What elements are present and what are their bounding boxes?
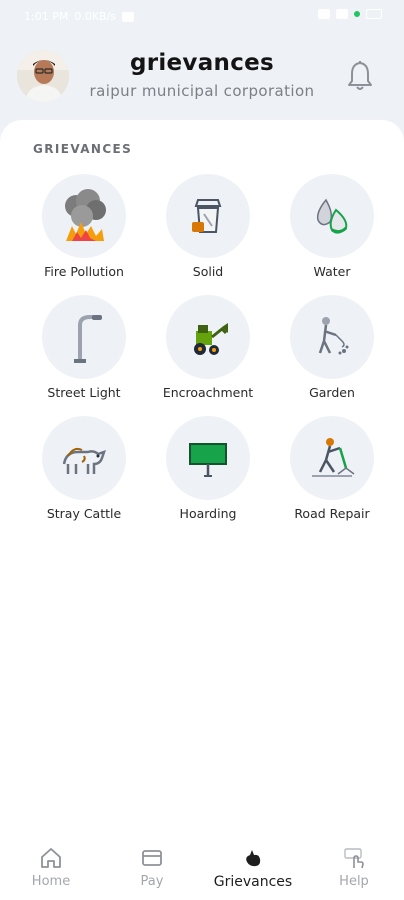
category-label: Road Repair	[294, 506, 370, 521]
battery-icon	[366, 9, 382, 19]
garden-icon	[318, 317, 349, 355]
category-label: Water	[313, 264, 351, 279]
category-label: Hoarding	[179, 506, 237, 521]
encroachment-icon	[194, 323, 228, 355]
page-title: grievances	[129, 50, 275, 76]
section-title: GRIEVANCES	[33, 142, 133, 156]
category-street-light[interactable]: Street Light	[22, 295, 146, 415]
road-repair-icon	[312, 438, 355, 477]
signal-icon	[336, 9, 348, 19]
home-icon	[41, 848, 61, 868]
category-label: Stray Cattle	[46, 506, 122, 521]
wifi-icon	[318, 9, 330, 19]
fire-pollution-icon	[65, 189, 106, 241]
nav-help[interactable]: Help	[309, 846, 399, 889]
solid-waste-icon	[192, 199, 222, 233]
category-label: Garden	[309, 385, 355, 400]
notification-icon	[122, 11, 135, 22]
grievance-card: GRIEVANCES Fire Pollution Solid Water St…	[0, 120, 404, 900]
category-circle[interactable]	[166, 416, 250, 500]
nav-grievances[interactable]: Grievances	[208, 846, 298, 890]
category-circle[interactable]	[166, 295, 250, 379]
street-light-icon	[74, 315, 102, 363]
status-bar: 1:01 PM 0.0KB/s	[0, 0, 404, 36]
page-subtitle: raipur municipal corporation	[89, 82, 315, 100]
bell-icon[interactable]	[346, 60, 374, 92]
category-road-repair[interactable]: Road Repair	[270, 416, 394, 536]
category-hoarding[interactable]: Hoarding	[146, 416, 270, 536]
nav-home[interactable]: Home	[6, 846, 96, 889]
status-right	[318, 9, 382, 19]
header: grievances raipur municipal corporation	[0, 36, 404, 120]
status-carrier: 0.0KB/s	[74, 10, 117, 23]
category-label: Fire Pollution	[44, 264, 124, 279]
nav-label-help: Help	[339, 874, 369, 889]
category-label: Street Light	[47, 385, 121, 400]
category-circle[interactable]	[42, 416, 126, 500]
category-water[interactable]: Water	[270, 174, 394, 294]
category-label: Encroachment	[162, 385, 254, 400]
recording-dot-icon	[354, 11, 360, 17]
category-label: Solid	[192, 264, 224, 279]
hoarding-icon	[189, 443, 227, 477]
help-icon	[344, 848, 364, 869]
category-fire-pollution[interactable]: Fire Pollution	[22, 174, 146, 294]
category-circle[interactable]	[290, 416, 374, 500]
grievances-icon	[246, 850, 261, 867]
category-circle[interactable]	[290, 174, 374, 258]
nav-label-grievances: Grievances	[213, 874, 293, 890]
category-circle[interactable]	[42, 174, 126, 258]
nav-label-pay: Pay	[140, 874, 164, 889]
bottom-nav: Home Pay Grievances Help	[0, 838, 404, 900]
nav-pay[interactable]: Pay	[107, 846, 197, 889]
water-icon	[316, 198, 348, 234]
category-circle[interactable]	[166, 174, 250, 258]
status-time: 1:01 PM	[24, 10, 69, 23]
stray-cattle-icon	[62, 447, 106, 474]
card-icon	[142, 850, 162, 866]
status-left: 1:01 PM 0.0KB/s	[24, 10, 135, 23]
category-circle[interactable]	[290, 295, 374, 379]
nav-label-home: Home	[31, 874, 71, 889]
category-stray-cattle[interactable]: Stray Cattle	[22, 416, 146, 536]
category-garden[interactable]: Garden	[270, 295, 394, 415]
category-circle[interactable]	[42, 295, 126, 379]
category-solid[interactable]: Solid	[146, 174, 270, 294]
category-encroachment[interactable]: Encroachment	[146, 295, 270, 415]
